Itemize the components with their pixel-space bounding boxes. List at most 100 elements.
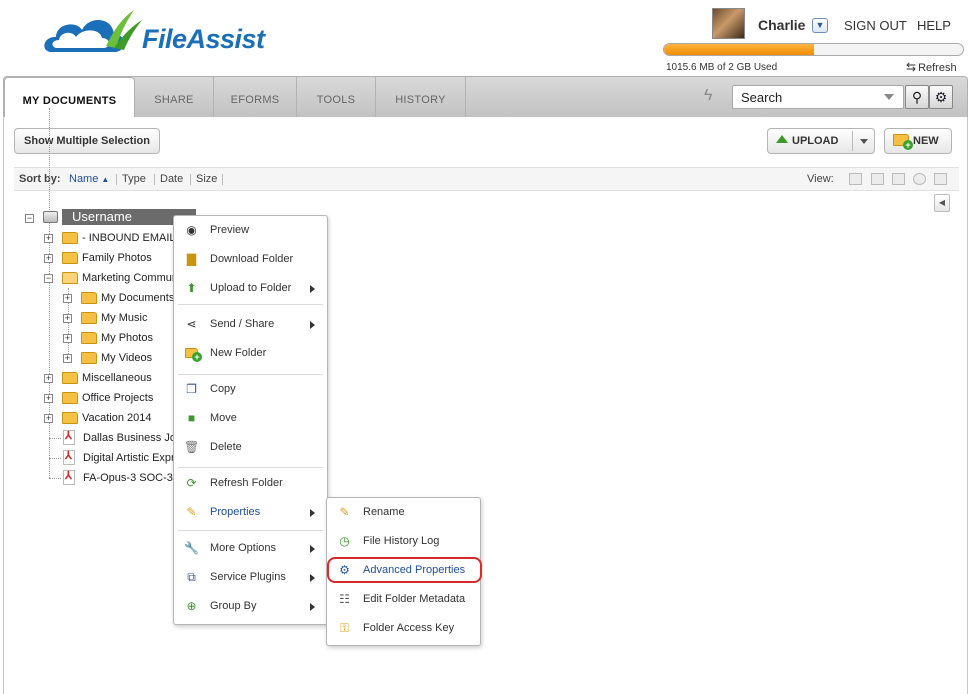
tree-file[interactable]: Digital Artistic Expr xyxy=(83,449,175,467)
sign-out-link[interactable]: SIGN OUT xyxy=(844,18,907,33)
view-pie-icon[interactable] xyxy=(913,173,926,185)
show-multiple-selection-button[interactable]: Show Multiple Selection xyxy=(14,128,160,154)
expand-icon[interactable]: + xyxy=(44,394,53,403)
menu-item-rename[interactable]: ✎ Rename xyxy=(327,498,480,527)
refresh-link[interactable]: ⇆ Refresh xyxy=(906,60,957,74)
expand-icon[interactable]: + xyxy=(44,374,53,383)
new-button[interactable]: NEW xyxy=(884,128,952,154)
header: FileAssist Charlie ▼ SIGN OUT HELP 1015.… xyxy=(0,0,971,76)
folder-open-icon xyxy=(62,272,78,284)
tree-file[interactable]: Dallas Business Jou xyxy=(83,429,182,447)
tree-folder[interactable]: Miscellaneous xyxy=(82,369,152,387)
menu-item-preview[interactable]: ◉ Preview xyxy=(174,216,327,245)
search-dropdown-icon[interactable] xyxy=(884,94,894,100)
tree-folder[interactable]: My Videos xyxy=(101,349,152,367)
menu-label: Properties xyxy=(210,506,261,518)
submenu-arrow-icon xyxy=(310,574,315,582)
metadata-icon: ☷ xyxy=(339,592,350,606)
collapse-root-icon[interactable]: − xyxy=(25,214,34,223)
menu-item-download-folder[interactable]: ▇ Download Folder xyxy=(174,245,327,274)
tree-folder[interactable]: Office Projects xyxy=(82,389,153,407)
sort-name[interactable]: Name ▲ xyxy=(69,168,109,191)
expand-icon[interactable]: + xyxy=(44,234,53,243)
folder-icon xyxy=(62,392,78,404)
refresh-icon: ⟳ xyxy=(186,476,197,490)
tree-folder[interactable]: My Documents xyxy=(101,289,174,307)
search-input[interactable]: Search xyxy=(732,85,904,109)
menu-item-refresh-folder[interactable]: ⟳ Refresh Folder xyxy=(174,469,327,498)
expand-icon[interactable]: + xyxy=(63,334,72,343)
refresh-icon: ⇆ xyxy=(906,60,917,74)
tree-folder[interactable]: - INBOUND EMAIL xyxy=(82,229,176,247)
upload-dropdown-icon[interactable] xyxy=(860,139,868,144)
menu-item-properties[interactable]: ✎ Properties xyxy=(174,498,327,527)
tree-file[interactable]: FA-Opus-3 SOC-3 r xyxy=(83,469,180,487)
submenu-arrow-icon xyxy=(310,603,315,611)
sort-size[interactable]: Size xyxy=(196,168,217,190)
sort-type[interactable]: Type xyxy=(122,168,146,190)
tree-folder[interactable]: My Music xyxy=(101,309,147,327)
upload-button[interactable]: UPLOAD xyxy=(767,128,875,154)
user-name[interactable]: Charlie xyxy=(758,17,805,33)
expand-icon[interactable]: + xyxy=(44,414,53,423)
menu-item-group-by[interactable]: ⊕ Group By xyxy=(174,592,327,621)
menu-item-more-options[interactable]: 🔧 More Options xyxy=(174,534,327,563)
properties-icon: ✎ xyxy=(186,505,197,519)
new-folder-icon xyxy=(893,134,913,151)
tab-history[interactable]: HISTORY xyxy=(376,77,466,118)
search-icon: ⚲ xyxy=(911,89,923,105)
menu-separator xyxy=(178,467,323,468)
collapse-icon[interactable]: − xyxy=(44,274,53,283)
move-icon: ■ xyxy=(187,411,196,425)
sort-name-label: Name xyxy=(69,173,99,185)
sort-date[interactable]: Date xyxy=(160,168,183,190)
sort-asc-icon: ▲ xyxy=(101,175,110,184)
view-list-icon[interactable] xyxy=(849,173,862,185)
menu-item-folder-access-key[interactable]: ⚿ Folder Access Key xyxy=(327,614,480,643)
menu-item-copy[interactable]: ❐ Copy xyxy=(174,375,327,404)
quota-text: 1015.6 MB of 2 GB Used xyxy=(666,62,778,73)
expand-icon[interactable]: + xyxy=(44,254,53,263)
menu-item-edit-folder-metadata[interactable]: ☷ Edit Folder Metadata xyxy=(327,585,480,614)
chevron-down-icon[interactable]: ▼ xyxy=(812,18,828,33)
rename-icon: ✎ xyxy=(339,505,350,519)
menu-item-delete[interactable]: 🗑 Delete xyxy=(174,433,327,462)
tree-folder[interactable]: Vacation 2014 xyxy=(82,409,152,427)
menu-item-upload-to-folder[interactable]: ⬆ Upload to Folder xyxy=(174,274,327,303)
group-icon: ⊕ xyxy=(186,599,197,613)
expand-icon[interactable]: + xyxy=(63,294,72,303)
submenu-arrow-icon xyxy=(310,545,315,553)
expand-icon[interactable]: + xyxy=(63,354,72,363)
lightning-icon[interactable]: ϟ xyxy=(704,87,712,105)
avatar[interactable] xyxy=(712,8,745,39)
view-grid-icon[interactable] xyxy=(871,173,884,185)
view-tree-icon[interactable] xyxy=(892,173,905,185)
menu-item-file-history-log[interactable]: ◷ File History Log xyxy=(327,527,480,556)
upload-label: UPLOAD xyxy=(792,135,839,147)
menu-label: More Options xyxy=(210,542,277,554)
settings-button[interactable]: ⚙ xyxy=(929,85,953,109)
menu-label: Delete xyxy=(210,441,242,453)
menu-item-move[interactable]: ■ Move xyxy=(174,404,327,433)
collapse-panel-button[interactable]: ◀ xyxy=(934,194,950,212)
menu-item-service-plugins[interactable]: ⧉ Service Plugins xyxy=(174,563,327,592)
tree-folder[interactable]: My Photos xyxy=(101,329,153,347)
download-icon: ▇ xyxy=(186,252,197,266)
tree-folder[interactable]: Family Photos xyxy=(82,249,152,267)
tab-tools[interactable]: TOOLS xyxy=(297,77,376,118)
tab-eforms[interactable]: EFORMS xyxy=(214,77,297,118)
submenu-arrow-icon xyxy=(310,321,315,329)
tab-my-documents[interactable]: MY DOCUMENTS xyxy=(4,77,135,119)
divider xyxy=(116,174,117,185)
tab-share[interactable]: SHARE xyxy=(135,77,214,118)
menu-label: Edit Folder Metadata xyxy=(363,593,466,605)
quota-bar xyxy=(663,43,964,56)
view-bar-icon[interactable] xyxy=(934,173,947,185)
menu-item-send-share[interactable]: ⋖ Send / Share xyxy=(174,310,327,339)
help-link[interactable]: HELP xyxy=(917,18,951,33)
tree-folder[interactable]: Marketing Commun xyxy=(82,269,178,287)
menu-item-new-folder[interactable]: New Folder xyxy=(174,339,327,368)
wrench-icon: 🔧 xyxy=(184,541,199,555)
search-button[interactable]: ⚲ xyxy=(905,85,929,109)
expand-icon[interactable]: + xyxy=(63,314,72,323)
